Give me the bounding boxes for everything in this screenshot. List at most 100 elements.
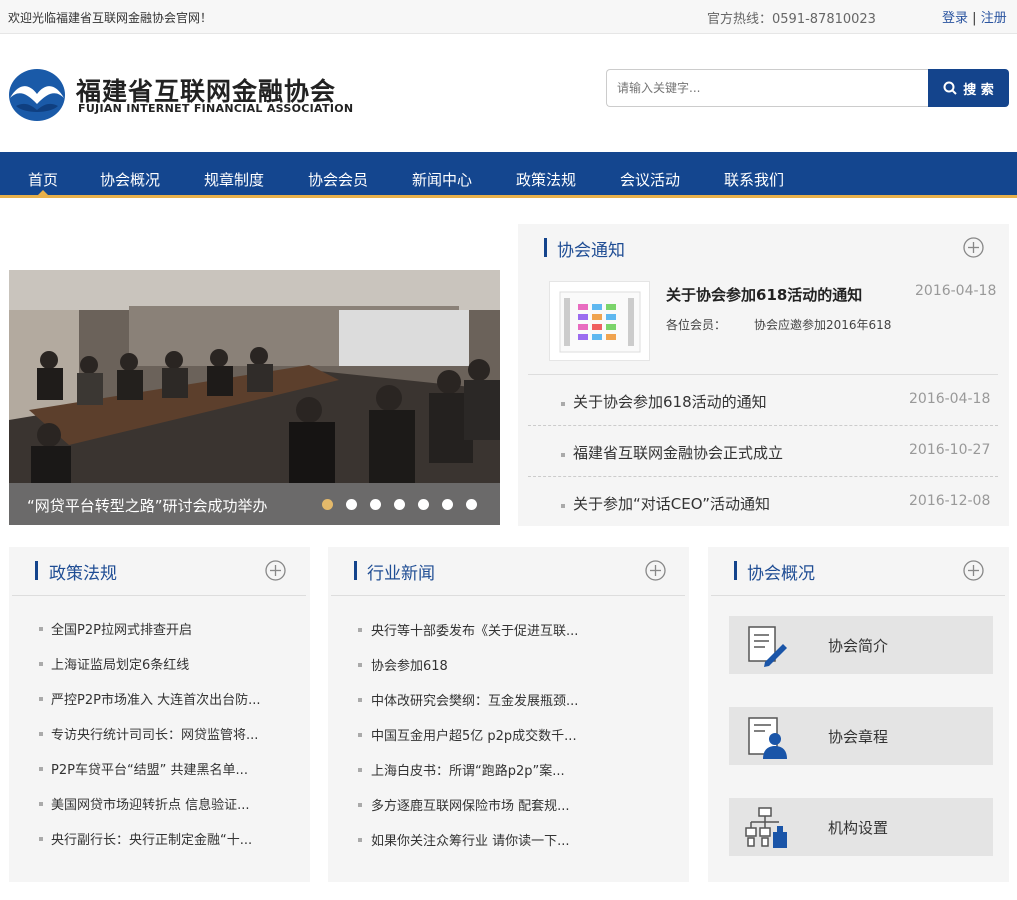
bullet-square (561, 504, 565, 508)
active-nav-indicator (37, 190, 49, 196)
notice-item-date: 2016-10-27 (909, 442, 991, 458)
divider (528, 374, 998, 375)
notice-item-title[interactable]: 关于参加“对话CEO”活动通知 (573, 493, 770, 514)
image-slider[interactable]: “网贷平台转型之路”研讨会成功举办 (9, 270, 500, 525)
news-list-item[interactable]: 协会参加618 (371, 655, 448, 674)
overview-intro-button[interactable]: 协会简介 (729, 616, 993, 674)
news-list-item[interactable]: 上海白皮书：所谓“跑路p2p”案... (371, 760, 565, 779)
policy-list-item[interactable]: 上海证监局划定6条红线 (51, 654, 189, 673)
policy-list-item[interactable]: 美国网贷市场迎转折点 信息验证... (51, 794, 250, 813)
nav-item-members[interactable]: 协会会员 (308, 169, 368, 190)
nav-item-events[interactable]: 会议活动 (620, 169, 680, 190)
bullet-square (358, 628, 362, 632)
policy-list-item[interactable]: 严控P2P市场准入 大连首次出台防... (51, 689, 260, 708)
notice-thumbnail[interactable] (549, 281, 650, 361)
news-list-item[interactable]: 多方逐鹿互联网保险市场 配套规... (371, 795, 570, 814)
register-link[interactable]: 注册 (981, 11, 1007, 26)
slider-dot-4[interactable] (394, 499, 405, 510)
org-chart-icon (745, 807, 787, 848)
logo-icon[interactable] (8, 68, 66, 122)
search-button-label: 搜 索 (963, 82, 994, 98)
main-nav: 首页 协会概况 规章制度 协会会员 新闻中心 政策法规 会议活动 联系我们 (0, 152, 1017, 198)
search-input[interactable] (606, 69, 930, 107)
bullet-square (358, 663, 362, 667)
more-plus-icon[interactable] (963, 560, 984, 581)
notice-item-date: 2016-12-08 (909, 493, 991, 509)
hotline-text: 官方热线：0591-87810023 (707, 12, 876, 27)
slider-dot-1[interactable] (322, 499, 333, 510)
nav-item-about[interactable]: 协会概况 (100, 169, 160, 190)
floor-plan-thumbnail (559, 291, 641, 353)
bullet-square (39, 802, 43, 806)
industry-news-title: 行业新闻 (367, 564, 435, 584)
policy-list-item[interactable]: P2P车贷平台“结盟” 共建黑名单... (51, 759, 248, 778)
featured-notice-date: 2016-04-18 (915, 283, 997, 299)
bullet-square (39, 767, 43, 771)
slider-caption[interactable]: “网贷平台转型之路”研讨会成功举办 (27, 495, 268, 516)
slider-dots (322, 499, 477, 510)
bullet-square (561, 453, 565, 457)
bullet-square (39, 697, 43, 701)
policy-header: 政策法规 (9, 547, 310, 595)
policy-title: 政策法规 (49, 564, 117, 584)
nav-item-contact[interactable]: 联系我们 (724, 169, 784, 190)
notice-item-title[interactable]: 关于协会参加618活动的通知 (573, 391, 767, 412)
notice-item-date: 2016-04-18 (909, 391, 991, 407)
more-plus-icon[interactable] (645, 560, 666, 581)
search-button[interactable]: 搜 索 (928, 69, 1009, 107)
slider-dot-2[interactable] (346, 499, 357, 510)
header: 福建省互联网金融协会 FUJIAN INTERNET FINANCIAL ASS… (0, 34, 1017, 152)
dashed-divider (528, 425, 998, 426)
news-list-item[interactable]: 央行等十部委发布《关于促进互联... (371, 620, 578, 639)
slider-dot-3[interactable] (370, 499, 381, 510)
nav-item-rules[interactable]: 规章制度 (204, 169, 264, 190)
slider-dot-6[interactable] (442, 499, 453, 510)
auth-separator: | (972, 11, 977, 26)
top-bar: 欢迎光临福建省互联网金融协会官网！ 官方热线：0591-87810023 登录 … (0, 0, 1017, 34)
welcome-text: 欢迎光临福建省互联网金融协会官网！ (8, 11, 213, 25)
logo-title-en: FUJIAN INTERNET FINANCIAL ASSOCIATION (78, 102, 354, 115)
notice-item-title[interactable]: 福建省互联网金融协会正式成立 (573, 442, 783, 463)
slider-caption-bar: “网贷平台转型之路”研讨会成功举办 (9, 483, 500, 525)
auth-links: 登录 | 注册 (942, 7, 1007, 26)
overview-charter-label: 协会章程 (828, 728, 889, 746)
divider (711, 595, 1005, 596)
bullet-square (358, 803, 362, 807)
more-plus-icon[interactable] (963, 237, 984, 258)
featured-notice-title[interactable]: 关于协会参加618活动的通知 (666, 284, 862, 305)
bullet-square (358, 733, 362, 737)
notice-panel: 协会通知 (518, 224, 1009, 526)
more-plus-icon[interactable] (265, 560, 286, 581)
bullet-square (39, 627, 43, 631)
search-icon (943, 81, 957, 95)
person-document-icon (748, 717, 787, 759)
dashed-divider (528, 476, 998, 477)
overview-structure-label: 机构设置 (828, 819, 889, 837)
notice-title: 协会通知 (557, 241, 625, 261)
overview-header: 协会概况 (708, 547, 1009, 595)
policy-list-item[interactable]: 专访央行统计司司长：网贷监管将... (51, 724, 258, 743)
notice-header: 协会通知 (518, 224, 1009, 272)
overview-structure-button[interactable]: 机构设置 (729, 798, 993, 856)
slider-dot-5[interactable] (418, 499, 429, 510)
policy-list-item[interactable]: 央行副行长：央行正制定金融“十... (51, 829, 252, 848)
slider-dot-7[interactable] (466, 499, 477, 510)
industry-news-header: 行业新闻 (328, 547, 689, 595)
title-bar-marker (35, 561, 38, 580)
overview-intro-label: 协会简介 (828, 637, 889, 655)
nav-item-news[interactable]: 新闻中心 (412, 169, 472, 190)
bullet-square (561, 402, 565, 406)
news-list-item[interactable]: 中体改研究会樊纲：互金发展瓶颈... (371, 690, 578, 709)
login-link[interactable]: 登录 (942, 11, 968, 26)
meeting-photo (9, 270, 500, 483)
news-list-item[interactable]: 中国互金用户超5亿 p2p成交数千... (371, 725, 577, 744)
title-bar-marker (544, 238, 547, 257)
nav-item-policy[interactable]: 政策法规 (516, 169, 576, 190)
featured-notice-excerpt: 协会应邀参加2016年618 (754, 318, 892, 332)
featured-notice-greeting: 各位会员： (666, 318, 727, 332)
policy-list-item[interactable]: 全国P2P拉网式排查开启 (51, 619, 192, 638)
nav-item-home[interactable]: 首页 (28, 169, 58, 190)
bullet-square (358, 768, 362, 772)
overview-charter-button[interactable]: 协会章程 (729, 707, 993, 765)
news-list-item[interactable]: 如果你关注众筹行业 请你读一下... (371, 830, 570, 849)
